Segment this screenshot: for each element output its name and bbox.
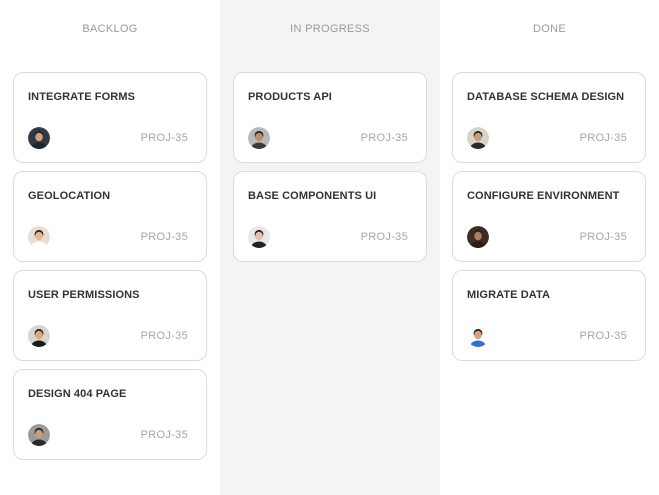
- avatar-photo: [467, 226, 489, 248]
- avatar-photo: [28, 325, 50, 347]
- avatar-photo: [248, 226, 270, 248]
- avatar[interactable]: [28, 226, 50, 248]
- card-id: PROJ-35: [140, 231, 188, 243]
- column-done: DONE DATABASE SCHEMA DESIGN PROJ-35 CONF…: [440, 0, 659, 495]
- card-id: PROJ-35: [579, 330, 627, 342]
- avatar-photo: [28, 226, 50, 248]
- card-title: USER PERMISSIONS: [28, 289, 140, 301]
- avatar-photo: [467, 325, 489, 347]
- card-title: DESIGN 404 PAGE: [28, 388, 127, 400]
- card-title: CONFIGURE ENVIRONMENT: [467, 190, 620, 202]
- task-card[interactable]: DATABASE SCHEMA DESIGN PROJ-35: [452, 72, 646, 163]
- avatar[interactable]: [467, 127, 489, 149]
- column-backlog: BACKLOG INTEGRATE FORMS PROJ-35 GEOLOCAT…: [0, 0, 220, 495]
- avatar-photo: [28, 127, 50, 149]
- avatar[interactable]: [28, 325, 50, 347]
- card-title: GEOLOCATION: [28, 190, 111, 202]
- card-list: DATABASE SCHEMA DESIGN PROJ-35 CONFIGURE…: [452, 72, 646, 369]
- avatar[interactable]: [248, 226, 270, 248]
- card-title: MIGRATE DATA: [467, 289, 551, 301]
- avatar[interactable]: [248, 127, 270, 149]
- avatar-photo: [467, 127, 489, 149]
- avatar[interactable]: [28, 424, 50, 446]
- task-card[interactable]: PRODUCTS API PROJ-35: [233, 72, 427, 163]
- card-id: PROJ-35: [140, 330, 188, 342]
- column-in-progress: IN PROGRESS PRODUCTS API PROJ-35 BASE CO…: [220, 0, 440, 495]
- card-id: PROJ-35: [579, 132, 627, 144]
- card-title: BASE COMPONENTS UI: [248, 190, 377, 202]
- card-list: PRODUCTS API PROJ-35 BASE COMPONENTS UI …: [233, 72, 427, 270]
- avatar[interactable]: [28, 127, 50, 149]
- task-card[interactable]: MIGRATE DATA PROJ-35: [452, 270, 646, 361]
- card-id: PROJ-35: [140, 429, 188, 441]
- card-list: INTEGRATE FORMS PROJ-35 GEOLOCATION PROJ…: [13, 72, 207, 468]
- task-card[interactable]: INTEGRATE FORMS PROJ-35: [13, 72, 207, 163]
- task-card[interactable]: CONFIGURE ENVIRONMENT PROJ-35: [452, 171, 646, 262]
- card-title: INTEGRATE FORMS: [28, 91, 136, 103]
- kanban-board: BACKLOG INTEGRATE FORMS PROJ-35 GEOLOCAT…: [0, 0, 659, 495]
- avatar[interactable]: [467, 226, 489, 248]
- avatar-photo: [248, 127, 270, 149]
- card-id: PROJ-35: [360, 231, 408, 243]
- avatar-photo: [28, 424, 50, 446]
- task-card[interactable]: DESIGN 404 PAGE PROJ-35: [13, 369, 207, 460]
- task-card[interactable]: BASE COMPONENTS UI PROJ-35: [233, 171, 427, 262]
- card-title: PRODUCTS API: [248, 91, 332, 103]
- avatar[interactable]: [467, 325, 489, 347]
- card-id: PROJ-35: [579, 231, 627, 243]
- task-card[interactable]: USER PERMISSIONS PROJ-35: [13, 270, 207, 361]
- column-title: DONE: [533, 23, 566, 35]
- task-card[interactable]: GEOLOCATION PROJ-35: [13, 171, 207, 262]
- card-id: PROJ-35: [360, 132, 408, 144]
- column-title: BACKLOG: [82, 23, 138, 35]
- column-title: IN PROGRESS: [290, 23, 370, 35]
- card-title: DATABASE SCHEMA DESIGN: [467, 91, 625, 103]
- card-id: PROJ-35: [140, 132, 188, 144]
